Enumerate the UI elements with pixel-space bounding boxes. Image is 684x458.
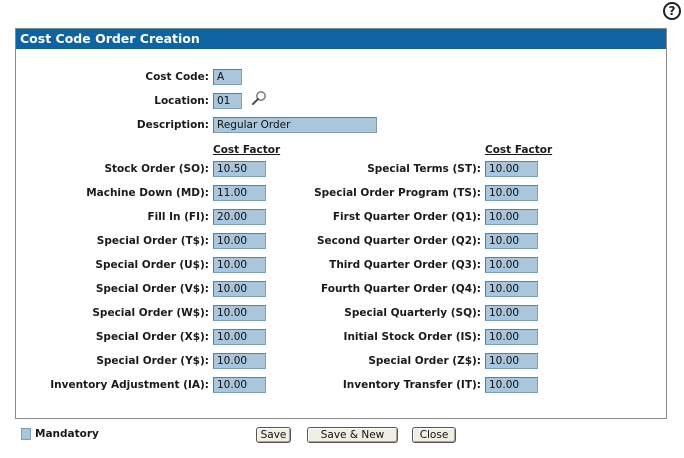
factor-field[interactable] [213,281,266,297]
factor-field[interactable] [485,305,538,321]
factor-field[interactable] [485,257,538,273]
panel-title: Cost Code Order Creation [16,29,666,49]
factor-field[interactable] [213,329,266,345]
factor-field[interactable] [485,353,538,369]
factor-label: Special Order (X$): [95,331,209,343]
factor-label: Special Order (Y$): [96,355,209,367]
factor-field[interactable] [485,377,538,393]
factor-label: Special Order (T$): [96,235,209,247]
factor-label: Third Quarter Order (Q3): [329,259,481,271]
factor-label: Fourth Quarter Order (Q4): [320,283,481,295]
factor-field[interactable] [485,233,538,249]
factor-label: Fill In (FI): [147,211,209,223]
location-field[interactable] [213,93,242,109]
cost-code-label: Cost Code: [145,71,209,83]
left-cost-factor-header: Cost Factor [213,144,281,156]
factor-field[interactable] [485,161,538,177]
factor-label: Special Order (V$): [95,283,209,295]
factor-label: Special Quarterly (SQ): [344,307,481,319]
factor-field[interactable] [485,209,538,225]
right-cost-factor-header: Cost Factor [485,144,553,156]
factor-label: Second Quarter Order (Q2): [316,235,481,247]
factor-label: Special Order (U$): [95,259,209,271]
location-label: Location: [154,95,209,107]
factor-label: Special Order (Z$): [368,355,481,367]
factor-field[interactable] [213,377,266,393]
mandatory-label: Mandatory [35,428,99,440]
factor-label: Special Order (W$): [92,307,209,319]
save-and-new-button[interactable]: Save & New [307,427,398,443]
description-field[interactable] [213,117,377,133]
close-button[interactable]: Close [412,427,456,443]
factor-field[interactable] [213,353,266,369]
factor-field[interactable] [213,257,266,273]
factor-field[interactable] [213,209,266,225]
factor-label: First Quarter Order (Q1): [332,211,481,223]
help-icon[interactable]: ? [663,2,681,20]
factor-field[interactable] [213,161,266,177]
description-label: Description: [136,119,209,131]
factor-label: Inventory Adjustment (IA): [50,379,209,391]
factor-field[interactable] [485,329,538,345]
factor-label: Special Terms (ST): [367,163,481,175]
factor-field[interactable] [213,233,266,249]
factor-label: Inventory Transfer (IT): [342,379,481,391]
mandatory-swatch [21,428,31,440]
factor-label: Initial Stock Order (IS): [343,331,481,343]
factor-label: Stock Order (SO): [104,163,209,175]
factor-field[interactable] [485,185,538,201]
factor-label: Machine Down (MD): [86,187,209,199]
magnifier-icon[interactable] [251,90,267,106]
cost-code-field[interactable] [213,69,242,85]
factor-field[interactable] [485,281,538,297]
factor-field[interactable] [213,305,266,321]
save-button[interactable]: Save [256,427,291,443]
factor-field[interactable] [213,185,266,201]
factor-label: Special Order Program (TS): [314,187,481,199]
